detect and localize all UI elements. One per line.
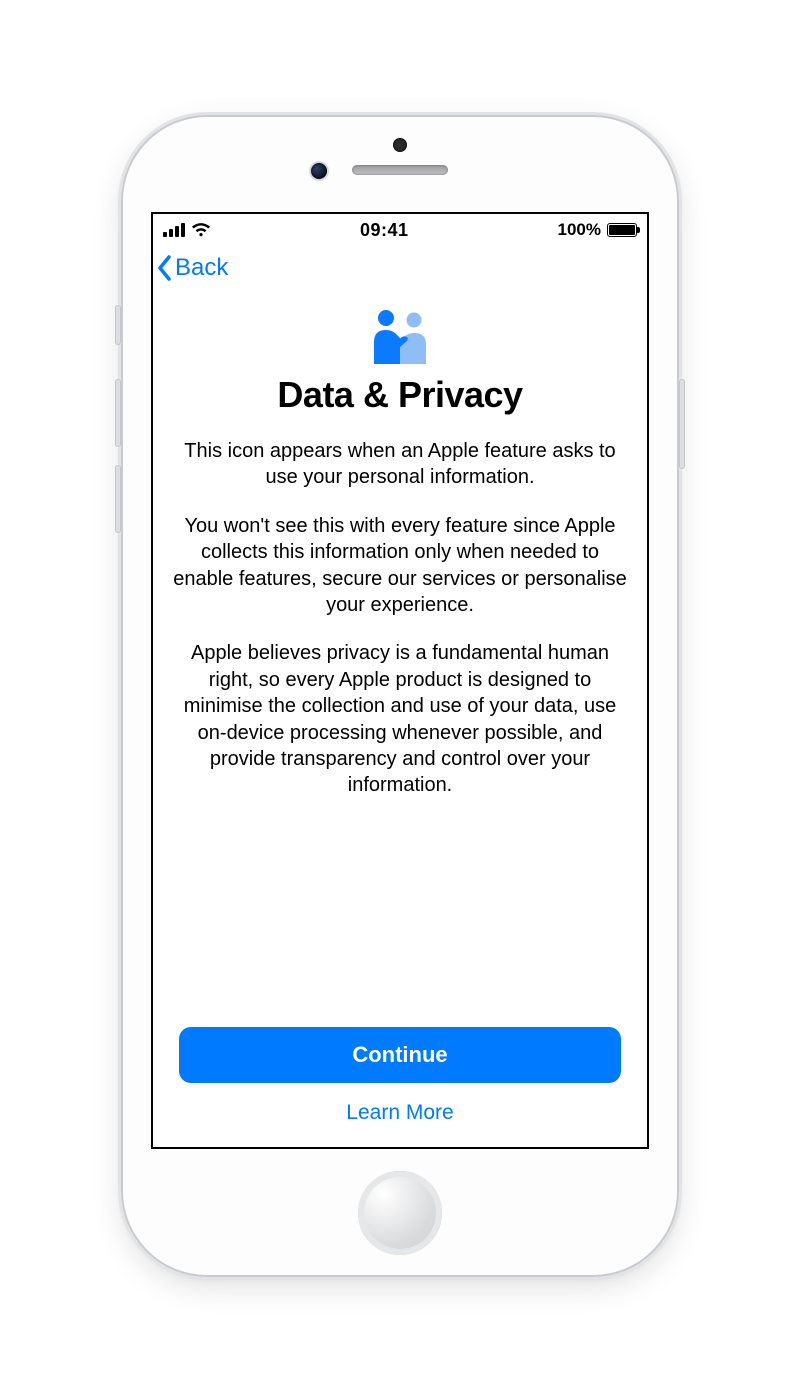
earpiece <box>352 165 448 175</box>
nav-bar: Back <box>153 246 647 290</box>
body-paragraph-3: Apple believes privacy is a fundamental … <box>171 640 629 798</box>
wifi-icon <box>191 223 211 237</box>
continue-button[interactable]: Continue <box>179 1027 621 1083</box>
front-camera <box>311 163 327 179</box>
privacy-handshake-icon <box>360 308 440 364</box>
chevron-left-icon <box>157 255 173 281</box>
back-button[interactable]: Back <box>157 254 228 282</box>
proximity-sensor <box>393 138 407 152</box>
page-title: Data & Privacy <box>171 374 629 416</box>
home-button[interactable] <box>358 1171 442 1255</box>
battery-icon <box>607 223 637 237</box>
status-time: 09:41 <box>360 220 409 241</box>
status-bar: 09:41 100% <box>153 214 647 246</box>
battery-percentage: 100% <box>558 220 601 240</box>
body-paragraph-1: This icon appears when an Apple feature … <box>171 438 629 491</box>
back-label: Back <box>175 254 228 282</box>
volume-up-button <box>115 379 121 447</box>
phone-frame: 09:41 100% Back Data & <box>121 115 679 1277</box>
body-paragraph-2: You won't see this with every feature si… <box>171 513 629 619</box>
volume-down-button <box>115 465 121 533</box>
learn-more-link[interactable]: Learn More <box>346 1101 453 1125</box>
footer-actions: Continue Learn More <box>171 1009 629 1147</box>
screen: 09:41 100% Back Data & <box>151 212 649 1149</box>
content: Data & Privacy This icon appears when an… <box>153 290 647 1147</box>
silent-switch <box>115 305 121 345</box>
power-button <box>679 379 685 469</box>
cellular-signal-icon <box>163 223 185 237</box>
